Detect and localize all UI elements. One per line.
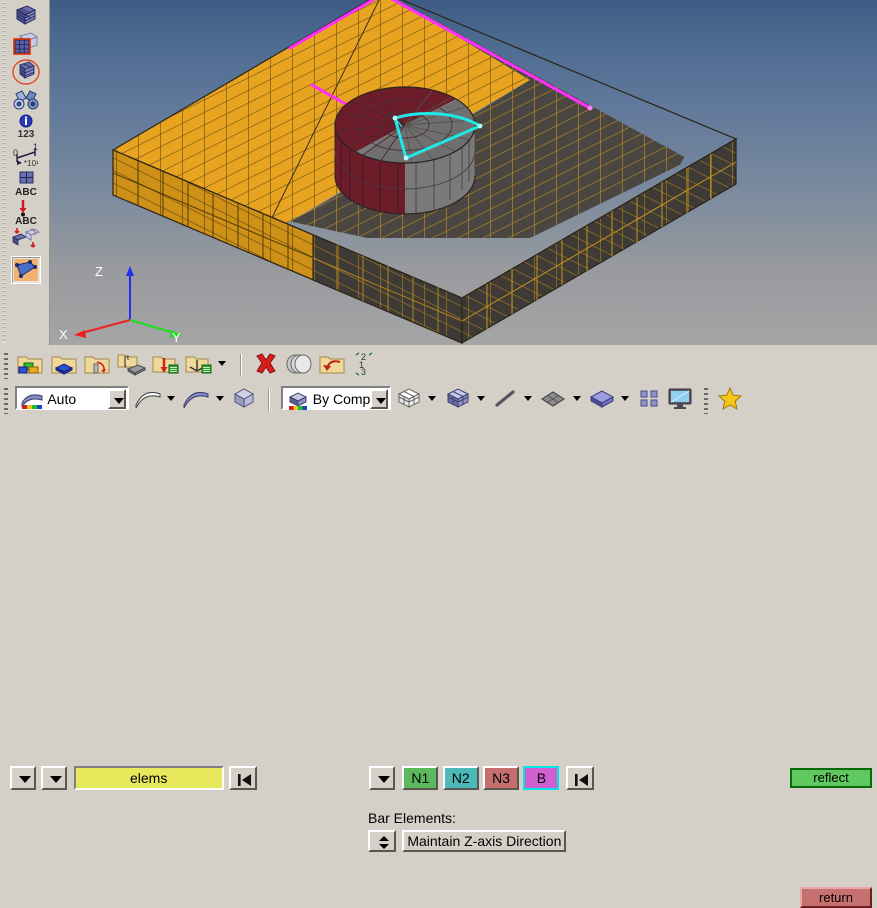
plate-side-left-dark [312, 234, 463, 344]
toolbar-grip-3[interactable] [704, 388, 709, 414]
node-button-n3[interactable]: N3 [483, 766, 520, 790]
node-reset-button[interactable] [565, 766, 594, 790]
element-select-icon[interactable] [11, 256, 41, 284]
z-axis-arrow [126, 266, 134, 276]
load-arrow-icon[interactable] [152, 351, 180, 380]
svg-text:3: 3 [361, 367, 366, 377]
cube-plain-icon[interactable] [231, 386, 257, 413]
return-button[interactable]: return [800, 887, 872, 908]
3d-viewport[interactable]: Z X Y [50, 0, 877, 345]
cube-white-icon[interactable] [395, 386, 423, 413]
svg-text:ABC: ABC [15, 187, 37, 197]
svg-text:↕: ↕ [124, 364, 127, 370]
node-button-b[interactable]: B [523, 766, 560, 790]
entity-selection-row: elems [10, 766, 258, 790]
svg-text:123: 123 [18, 129, 35, 140]
axis-triad: Z X Y [59, 264, 182, 345]
mesh-circle-icon[interactable] [11, 58, 41, 86]
cube-blue-icon[interactable] [444, 386, 472, 413]
surface-shaded-icon[interactable] [182, 386, 210, 413]
node-button-n2[interactable]: N2 [442, 766, 479, 790]
dropdown-arrow-1[interactable] [10, 766, 36, 790]
x-axis-line [77, 319, 131, 335]
svg-text:ABC: ABC [15, 216, 37, 225]
dropdown-arrow-2[interactable] [41, 766, 68, 790]
reflect-mesh-icon[interactable] [11, 226, 41, 254]
model-canvas[interactable]: Z X Y [50, 0, 877, 345]
renumber-123-icon[interactable]: 2 1 3 [351, 351, 377, 380]
y-axis-label: Y [172, 330, 181, 345]
bar-elements-label: Bar Elements: [368, 810, 456, 826]
layers-icon[interactable] [284, 351, 312, 380]
measure-ruler-icon[interactable]: 0 1 *10¹ [11, 142, 41, 170]
toolbar-row-entities: t ↕ 2 1 3 [0, 350, 877, 382]
folder-solid-icon[interactable] [50, 351, 78, 380]
node-dropdown[interactable] [369, 766, 395, 790]
folder-blocks-icon[interactable] [16, 351, 44, 380]
surface-plain-icon[interactable] [134, 386, 162, 413]
delete-x-icon[interactable] [253, 351, 279, 380]
folder-constraint-icon[interactable] [83, 351, 111, 380]
line-element-icon[interactable] [492, 386, 518, 413]
binoculars-icon[interactable] [11, 86, 41, 114]
cube-white-caret[interactable] [428, 396, 437, 401]
selection-reset-button[interactable] [229, 766, 258, 790]
x-axis-label: X [59, 327, 68, 342]
bar-elements-group: Bar Elements: Maintain Z-axis Direction [368, 810, 567, 852]
color-mode-dropdown-button[interactable] [369, 389, 388, 409]
toolbar-grip-2[interactable] [4, 388, 8, 414]
entity-type-field[interactable]: elems [73, 766, 224, 790]
folder-import-icon[interactable] [318, 351, 346, 380]
solid-plate-icon[interactable] [588, 386, 616, 413]
bar-elements-value[interactable]: Maintain Z-axis Direction [402, 830, 567, 852]
view-style-combo[interactable]: Auto [15, 386, 130, 412]
mesh-edit-icon[interactable] [11, 30, 41, 58]
application-window: 123 0 1 *10¹ ABC ABC Z X Y t ↕ 2 1 3 Aut… [0, 0, 877, 908]
node-button-row: N1 N2 N3 B [369, 766, 594, 790]
mesh-plate-icon[interactable] [539, 386, 567, 413]
view-style-dropdown-button[interactable] [108, 389, 127, 409]
svg-text:t: t [127, 355, 129, 362]
svg-text:*10¹: *10¹ [24, 159, 39, 168]
node-abc-icon[interactable]: ABC [11, 198, 41, 226]
view-style-value: Auto [47, 391, 77, 407]
side-toolbar: 123 0 1 *10¹ ABC ABC [0, 0, 50, 345]
color-mode-value: By Comp [312, 391, 371, 407]
surface-plain-caret[interactable] [167, 396, 176, 401]
toolbar-separator-2 [268, 389, 271, 411]
shaded-surface-icon [21, 391, 43, 412]
axes-dropdown-caret[interactable] [218, 361, 227, 366]
group-dots-icon[interactable] [637, 386, 661, 413]
mesh-surface-icon[interactable] [11, 2, 41, 30]
bottom-panel: t ↕ 2 1 3 Auto By Comp elems N1 N2 N3 B … [0, 345, 877, 908]
toolbar-row-view: Auto By Comp [0, 385, 877, 417]
info-123-icon[interactable]: 123 [11, 113, 41, 141]
reflect-button[interactable]: reflect [790, 768, 872, 788]
mesh-abc-icon[interactable]: ABC [11, 170, 41, 198]
bar-elements-spinner[interactable] [368, 830, 396, 852]
thickness-plate-icon[interactable]: t ↕ [116, 351, 147, 380]
toolbar-drag-grip[interactable] [3, 2, 6, 343]
surface-shaded-caret[interactable] [215, 396, 224, 401]
axes-list-icon[interactable] [185, 351, 213, 380]
monitor-icon[interactable] [666, 386, 694, 413]
cube-color-icon [287, 391, 309, 413]
toolbar-grip-1[interactable] [4, 353, 8, 379]
toolbar-separator-1 [239, 354, 242, 376]
line-element-caret[interactable] [523, 396, 532, 401]
z-axis-label: Z [95, 264, 103, 279]
color-mode-combo[interactable]: By Comp [280, 386, 391, 413]
x-axis-arrow [74, 330, 86, 338]
star-favorite-icon[interactable] [717, 386, 743, 415]
cube-blue-caret[interactable] [477, 396, 486, 401]
node-button-n1[interactable]: N1 [402, 766, 439, 790]
solid-plate-caret[interactable] [621, 396, 630, 401]
mesh-plate-caret[interactable] [572, 396, 581, 401]
